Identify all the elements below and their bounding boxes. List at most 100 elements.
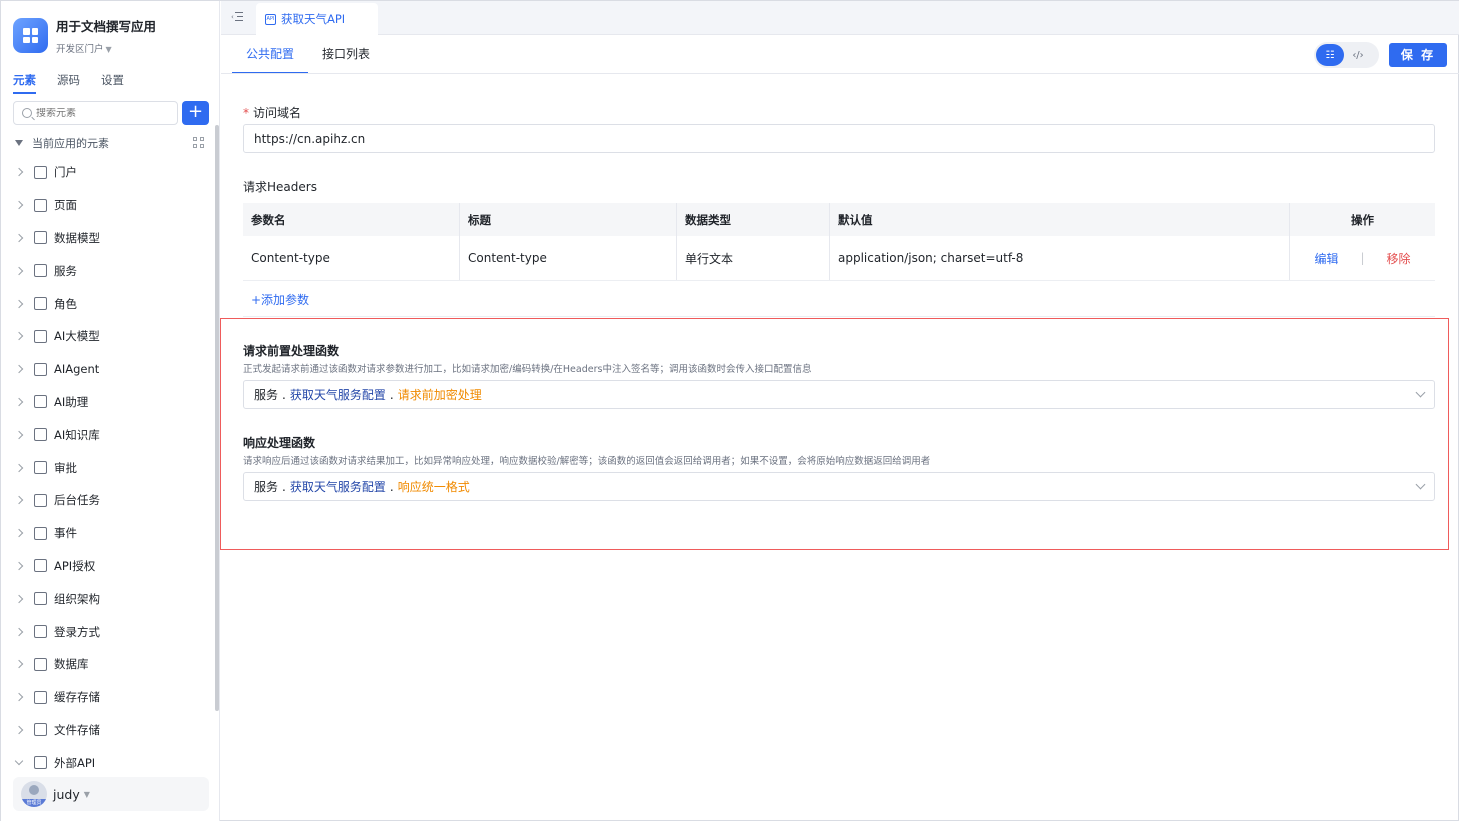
sidebar-item-data-model[interactable]: 数据模型 — [14, 222, 210, 255]
chevron-down-icon — [14, 756, 24, 766]
sidebar-item-label: 登录方式 — [54, 624, 100, 639]
remove-link[interactable]: 移除 — [1387, 250, 1411, 267]
domain-input[interactable]: https://cn.apihz.cn — [243, 124, 1435, 153]
tab-public-config[interactable]: 公共配置 — [232, 36, 309, 74]
content-tabs: 公共配置 接口列表 — [232, 36, 384, 74]
param-default-cell: application/json; charset=utf-8 — [830, 236, 1290, 280]
tree-structure-icon[interactable] — [193, 137, 205, 149]
sidebar-item-label: 门户 — [54, 165, 77, 180]
chevron-right-icon — [14, 364, 24, 374]
sidebar-item-approval[interactable]: 审批 — [14, 451, 210, 484]
pre-fn-title: 请求前置处理函数 — [243, 344, 340, 358]
sidebar-item-label: AI助理 — [54, 394, 89, 409]
chevron-right-icon — [14, 561, 24, 571]
sidebar-item-label: 数据库 — [54, 657, 89, 672]
chevron-right-icon — [14, 233, 24, 243]
chevron-right-icon — [14, 627, 24, 636]
api-icon — [34, 756, 47, 770]
sidebar-item-org[interactable]: 组织架构 — [14, 582, 210, 615]
portal-name: 开发区门户 — [56, 44, 104, 55]
sidebar-item-background-task[interactable]: 后台任务 — [14, 484, 210, 517]
sidebar-item-label: 外部API — [54, 755, 96, 770]
resp-fn-select[interactable]: 服务. 获取天气服务配置. 响应统一格式 — [243, 472, 1435, 501]
tab-weather-api[interactable]: API 获取天气API — [256, 3, 378, 35]
tree-root-label: 当前应用的元素 — [32, 137, 109, 150]
sidebar-item-file-storage[interactable]: 文件存储 — [14, 714, 210, 747]
portal-selector[interactable]: 开发区门户 ▼ — [56, 41, 156, 55]
tab-source[interactable]: 源码 — [57, 72, 80, 94]
ai-icon — [34, 395, 47, 409]
add-element-button[interactable]: + — [182, 101, 209, 125]
sidebar-item-label: AIAgent — [54, 362, 100, 377]
add-param-button[interactable]: +添加参数 — [251, 291, 309, 308]
sidebar-tabs: 元素 源码 设置 — [13, 72, 145, 94]
view-toggle: ☷ ‹/› — [1314, 42, 1379, 68]
sidebar-item-api-auth[interactable]: API授权 — [14, 550, 210, 583]
sidebar-item-cache[interactable]: 缓存存储 — [14, 681, 210, 714]
chevron-right-icon — [14, 266, 24, 276]
tab-elements[interactable]: 元素 — [13, 72, 36, 94]
actions-cell: 编辑 | 移除 — [1290, 236, 1435, 280]
caret-down-icon: ▼ — [105, 45, 112, 54]
tab-settings[interactable]: 设置 — [101, 72, 124, 94]
domain-value: https://cn.apihz.cn — [254, 131, 366, 146]
sidebar-item-ai-knowledge[interactable]: AI知识库 — [14, 418, 210, 451]
stamp-icon — [34, 461, 47, 475]
pre-fn-select[interactable]: 服务. 获取天气服务配置. 请求前加密处理 — [243, 380, 1435, 409]
code-view-toggle[interactable]: ‹/› — [1344, 44, 1372, 66]
login-icon — [34, 625, 47, 639]
sidebar-item-role[interactable]: 角色 — [14, 287, 210, 320]
database-icon — [34, 657, 47, 671]
edit-link[interactable]: 编辑 — [1314, 250, 1338, 267]
avatar: 管理员 — [21, 781, 47, 807]
headers-table: 参数名 标题 数据类型 默认值 操作 Content-type Content-… — [243, 203, 1435, 281]
search-input[interactable] — [36, 107, 166, 119]
sidebar-item-service[interactable]: 服务 — [14, 254, 210, 287]
chevron-right-icon — [14, 168, 24, 177]
param-title-cell: Content-type — [460, 236, 677, 280]
sidebar-item-label: 审批 — [54, 460, 77, 475]
user-name: judy — [53, 786, 80, 802]
chevron-right-icon — [14, 528, 24, 538]
resp-fn-title: 响应处理函数 — [243, 436, 316, 450]
sidebar-scrollbar[interactable] — [215, 125, 219, 711]
config-segment: 获取天气服务配置 — [289, 388, 386, 402]
save-button[interactable]: 保 存 — [1389, 43, 1447, 67]
collapse-sidebar-icon[interactable]: ‹ — [231, 12, 243, 22]
form-view-toggle[interactable]: ☷ — [1316, 44, 1344, 66]
user-menu[interactable]: 管理员 judy ▼ — [13, 777, 209, 811]
service-icon — [34, 264, 47, 278]
headers-label: 请求Headers — [243, 180, 317, 194]
tree-root[interactable]: 当前应用的元素 — [15, 135, 205, 151]
search-icon — [22, 108, 32, 118]
sidebar-item-label: 缓存存储 — [54, 690, 100, 705]
chevron-right-icon — [14, 332, 24, 341]
key-icon — [34, 559, 47, 573]
chevron-right-icon — [14, 430, 24, 440]
column-header: 默认值 — [830, 203, 1290, 236]
tab-interface-list[interactable]: 接口列表 — [308, 36, 384, 74]
role-icon — [34, 297, 47, 311]
table-row: Content-type Content-type 单行文本 applicati… — [243, 236, 1435, 281]
sidebar-item-database[interactable]: 数据库 — [14, 648, 210, 681]
sidebar-item-portal[interactable]: 门户 — [14, 156, 210, 189]
sidebar-item-label: AI知识库 — [54, 427, 100, 442]
event-icon — [34, 526, 47, 540]
sidebar-item-label: 后台任务 — [54, 493, 100, 508]
pre-fn-desc: 正式发起请求前通过该函数对请求参数进行加工，比如请求加密/编码转换/在Heade… — [243, 364, 812, 375]
app-header: 用于文档撰写应用 开发区门户 ▼ — [13, 16, 156, 55]
chevron-down-icon — [1415, 387, 1426, 398]
sidebar-item-external-api[interactable]: 外部API — [14, 746, 210, 779]
divider — [221, 73, 1459, 74]
sidebar-item-ai-model[interactable]: AI大模型 — [14, 320, 210, 353]
table-header: 参数名 标题 数据类型 默认值 操作 — [243, 203, 1435, 236]
chevron-right-icon — [14, 299, 24, 308]
sidebar-item-ai-agent[interactable]: AIAgent — [14, 353, 210, 386]
sidebar-item-event[interactable]: 事件 — [14, 517, 210, 550]
sidebar-item-page[interactable]: 页面 — [14, 189, 210, 222]
sidebar-item-ai-assistant[interactable]: AI助理 — [14, 386, 210, 419]
sliders-icon: ☷ — [1325, 49, 1335, 61]
search-box — [13, 101, 178, 125]
sidebar-item-login[interactable]: 登录方式 — [14, 615, 210, 648]
sidebar-item-label: 页面 — [54, 198, 77, 213]
